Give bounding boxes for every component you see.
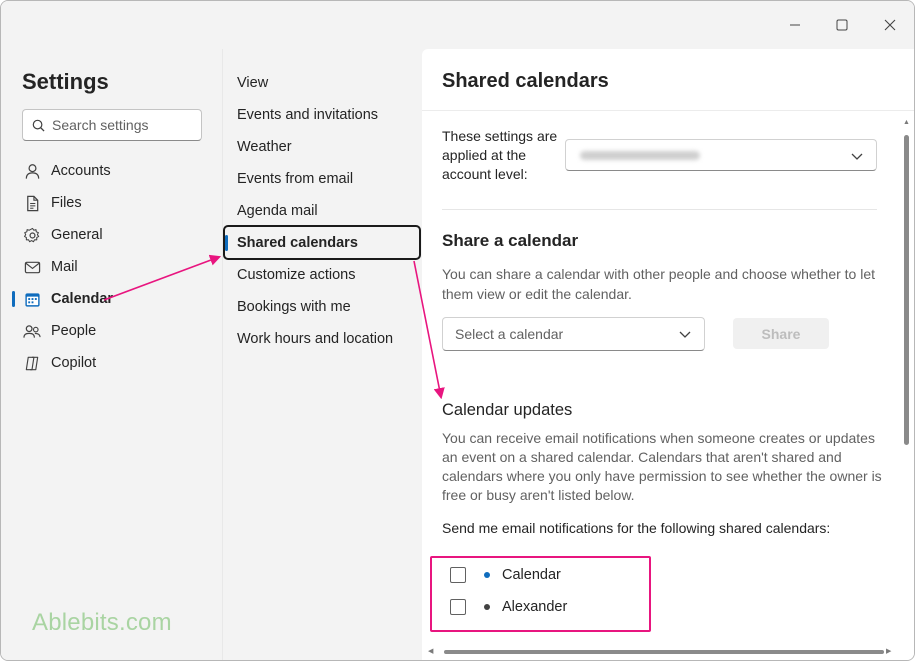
mail-icon — [23, 258, 41, 276]
nav-label: Files — [51, 195, 82, 211]
maximize-icon — [836, 19, 848, 31]
account-select[interactable] — [565, 139, 877, 171]
share-calendar-heading: Share a calendar — [442, 231, 579, 250]
minimize-icon — [790, 24, 800, 26]
chevron-down-icon — [679, 331, 691, 338]
blurred-account-value — [580, 151, 700, 160]
annotation-highlight-box — [430, 556, 651, 632]
page-title: Shared calendars — [442, 70, 609, 92]
subnav-item-events-and-invitations[interactable]: Events and invitations — [225, 99, 421, 131]
calendar-updates-description: You can receive email notifications when… — [442, 430, 882, 503]
select-calendar-dropdown[interactable]: Select a calendar — [442, 317, 705, 351]
share-button[interactable]: Share — [733, 318, 829, 349]
close-button[interactable] — [878, 13, 902, 37]
settings-title: Settings — [22, 69, 109, 94]
subnav-item-customize-actions[interactable]: Customize actions — [225, 259, 421, 291]
nav-label: General — [51, 227, 103, 243]
nav-item-mail[interactable]: Mail — [12, 252, 212, 282]
annotation-highlight-box — [223, 225, 421, 260]
nav-item-accounts[interactable]: Accounts — [12, 156, 212, 186]
maximize-button[interactable] — [830, 13, 854, 37]
scroll-left-icon[interactable]: ◀ — [428, 648, 433, 656]
select-calendar-placeholder: Select a calendar — [455, 326, 564, 342]
nav-label: Mail — [51, 259, 78, 275]
subnav-item-agenda-mail[interactable]: Agenda mail — [225, 195, 421, 227]
horizontal-scrollbar[interactable]: ◀ ▶ — [422, 644, 899, 660]
scroll-up-icon[interactable]: ▲ — [903, 119, 910, 127]
calendar-updates-heading: Calendar updates — [442, 401, 573, 419]
scroll-right-icon[interactable]: ▶ — [886, 648, 891, 656]
settings-nav: Settings Search settings Accounts Files … — [1, 49, 222, 660]
nav-label: Copilot — [51, 355, 97, 371]
title-bar — [1, 1, 914, 49]
nav-label: Accounts — [51, 163, 111, 179]
gear-icon — [23, 226, 41, 244]
subnav-item-work-hours-and-location[interactable]: Work hours and location — [225, 323, 421, 355]
nav-item-files[interactable]: Files — [12, 188, 212, 218]
search-placeholder: Search settings — [52, 117, 149, 133]
nav-item-people[interactable]: People — [12, 316, 212, 346]
people-icon — [23, 322, 41, 340]
nav-label: People — [51, 323, 97, 339]
subnav-item-weather[interactable]: Weather — [225, 131, 421, 163]
calendar-icon — [23, 290, 41, 308]
search-icon — [32, 119, 45, 132]
minimize-button[interactable] — [783, 13, 807, 37]
vertical-scrollbar[interactable]: ▲ — [899, 111, 914, 644]
subnav-item-view[interactable]: View — [225, 67, 421, 99]
nav-item-calendar[interactable]: Calendar — [12, 284, 212, 314]
brand-watermark: Ablebits.com — [32, 609, 172, 636]
nav-label: Calendar — [51, 291, 114, 307]
divider — [442, 209, 877, 210]
chevron-down-icon — [851, 153, 863, 160]
scrollbar-thumb[interactable] — [444, 650, 884, 654]
notifications-label: Send me email notifications for the foll… — [442, 520, 831, 536]
share-calendar-description: You can share a calendar with other peop… — [442, 266, 876, 302]
settings-window: Settings Search settings Accounts Files … — [0, 0, 915, 661]
person-icon — [23, 162, 41, 180]
copilot-icon — [23, 354, 41, 372]
close-icon — [884, 19, 896, 31]
active-indicator — [12, 291, 15, 307]
nav-item-copilot[interactable]: Copilot — [12, 348, 212, 378]
calendar-subnav: View Events and invitations Weather Even… — [222, 49, 422, 660]
subnav-item-bookings-with-me[interactable]: Bookings with me — [225, 291, 421, 323]
file-icon — [23, 194, 41, 212]
divider — [422, 110, 914, 111]
scrollbar-thumb[interactable] — [904, 135, 909, 445]
account-level-label: These settings are applied at the accoun… — [442, 128, 558, 182]
search-input[interactable]: Search settings — [22, 109, 202, 141]
nav-item-general[interactable]: General — [12, 220, 212, 250]
subnav-item-events-from-email[interactable]: Events from email — [225, 163, 421, 195]
